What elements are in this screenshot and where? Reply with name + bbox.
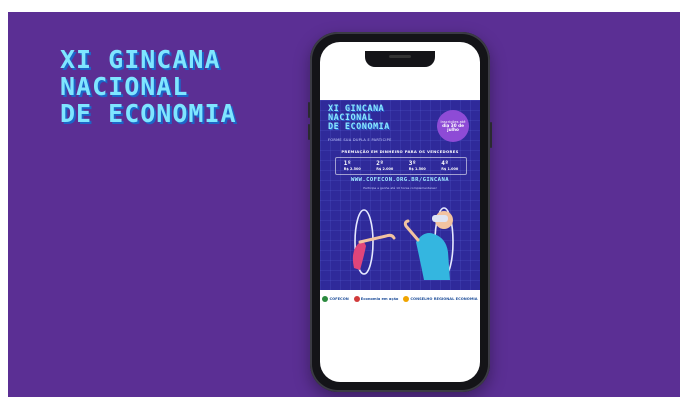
prize-list: 1º R$ 2.500 2º R$ 2.000 3º R$ 1.500 4º R…	[335, 157, 467, 175]
phone-screen: XI GINCANA NACIONAL DE ECONOMIA FORME SU…	[320, 42, 480, 382]
conselho-regional-icon	[403, 296, 410, 302]
pointing-hand-icon	[358, 233, 396, 244]
economia-em-acao-icon	[353, 296, 360, 302]
prize-amount: R$ 2.000	[376, 167, 394, 171]
event-headline: XI GINCANA NACIONAL DE ECONOMIA	[60, 46, 237, 127]
prize-amount: R$ 1.000	[441, 167, 459, 171]
poster-subtitle: FORME SUA DUPLA E PARTICIPE	[328, 138, 392, 142]
smartphone-mockup: XI GINCANA NACIONAL DE ECONOMIA FORME SU…	[308, 32, 492, 392]
poster-title: XI GINCANA NACIONAL DE ECONOMIA	[328, 105, 390, 132]
raised-hand-icon	[403, 219, 420, 242]
headline-line-2: NACIONAL	[60, 72, 189, 101]
prize-item: 3º R$ 1.500	[408, 161, 426, 172]
prize-amount: R$ 2.500	[343, 167, 361, 171]
prize-heading: PREMIAÇÃO EM DINHEIRO PARA OS VENCEDORES	[341, 149, 459, 154]
person-body-icon	[416, 233, 450, 280]
deadline-badge: Inscrições até dia 30 de julho	[437, 110, 469, 142]
sponsor-logo-economia-em-acao: Economia em ação	[353, 296, 398, 302]
event-poster: XI GINCANA NACIONAL DE ECONOMIA FORME SU…	[320, 100, 480, 308]
phone-notch	[365, 51, 435, 67]
prize-item: 4º R$ 1.000	[441, 161, 459, 172]
vr-illustration	[352, 207, 454, 280]
cofecon-seal-icon	[322, 296, 329, 302]
event-url: WWW.COFECON.ORG.BR/GINCANA	[351, 177, 449, 183]
volume-up-button	[308, 102, 310, 118]
poster-title-line-3: DE ECONOMIA	[328, 122, 390, 132]
headline-line-1: XI GINCANA	[60, 45, 221, 74]
slide-background: XI GINCANA NACIONAL DE ECONOMIA XI GINCA…	[8, 12, 680, 397]
headline-line-3: DE ECONOMIA	[60, 99, 237, 128]
prize-item: 1º R$ 2.500	[343, 161, 361, 172]
prize-amount: R$ 1.500	[408, 167, 426, 171]
power-button	[490, 122, 492, 148]
badge-line-2: dia 30 de julho	[442, 122, 464, 133]
vr-headset-icon	[432, 215, 448, 222]
sponsor-logo-cofecon: COFECON	[322, 296, 349, 302]
sponsor-logos: COFECON Economia em ação CONSELHO REGION…	[320, 290, 480, 308]
volume-down-button	[308, 124, 310, 140]
sponsor-logo-conselho-regional: CONSELHO REGIONAL ECONOMIA	[403, 296, 478, 302]
speaker-grille	[389, 55, 411, 58]
prize-item: 2º R$ 2.000	[376, 161, 394, 172]
